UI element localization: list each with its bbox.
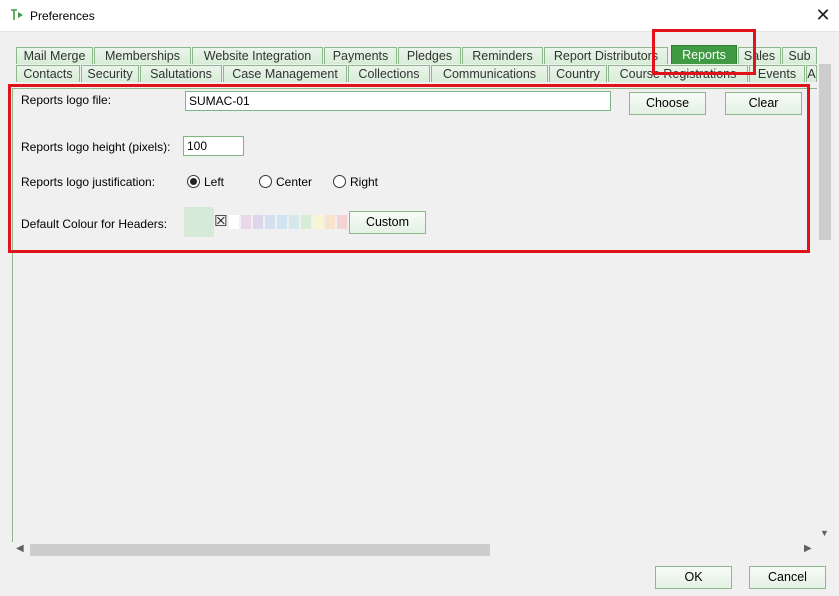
justification-right-label[interactable]: Right [350,175,378,189]
colour-swatch[interactable] [253,215,263,229]
justification-left-label[interactable]: Left [204,175,224,189]
scroll-left-icon[interactable]: ◀ [16,543,24,554]
tab-sub[interactable]: Sub [782,47,817,64]
colour-swatch[interactable] [289,215,299,229]
colour-swatch[interactable] [277,215,287,229]
justification-center-label[interactable]: Center [276,175,312,189]
logo-file-input[interactable]: SUMAC-01 [185,91,611,111]
tab-reminders[interactable]: Reminders [462,47,543,64]
horizontal-scroll-thumb[interactable] [30,544,490,556]
close-icon: ✕ [815,5,831,25]
tab-reports[interactable]: Reports [671,45,737,64]
no-colour-icon[interactable]: ☒ [214,212,227,230]
colour-swatch[interactable] [325,215,335,229]
title-bar: Preferences ✕ [0,0,839,32]
tab-security[interactable]: Security [81,65,139,82]
cancel-button[interactable]: Cancel [749,566,826,589]
tab-report-distributors[interactable]: Report Distributors [544,47,668,64]
colour-swatch[interactable] [265,215,275,229]
logo-file-label: Reports logo file: [21,93,112,107]
logo-height-input[interactable]: 100 [183,136,244,156]
window-title: Preferences [30,9,95,23]
header-colour-preview [184,207,214,237]
ok-button[interactable]: OK [655,566,732,589]
tab-collections[interactable]: Collections [348,65,430,82]
tab-website-integration[interactable]: Website Integration [192,47,323,64]
scroll-down-icon[interactable]: ▼ [820,528,829,538]
tab-contacts[interactable]: Contacts [16,65,80,82]
tab-country[interactable]: Country [549,65,607,82]
tab-communications[interactable]: Communications [431,65,548,82]
colour-swatch[interactable] [301,215,311,229]
tab-events[interactable]: Events [749,65,805,82]
header-colour-label: Default Colour for Headers: [21,217,168,231]
close-button[interactable]: ✕ [810,4,836,26]
custom-colour-button[interactable]: Custom [349,211,426,234]
colour-swatch[interactable] [241,215,251,229]
tab-mail-merge[interactable]: Mail Merge [16,47,93,64]
reports-panel [12,88,833,543]
vertical-scrollbar[interactable]: ▼ [817,44,833,542]
scroll-right-icon[interactable]: ▶ [804,543,812,554]
tab-pledges[interactable]: Pledges [398,47,461,64]
colour-swatch[interactable] [229,215,239,229]
tab-salutations[interactable]: Salutations [140,65,222,82]
tab-sales[interactable]: Sales [738,47,781,64]
justification-left-radio[interactable] [187,175,200,188]
colour-swatch[interactable] [337,215,347,229]
justification-center-radio[interactable] [259,175,272,188]
tab-case-management[interactable]: Case Management [223,65,347,82]
choose-button[interactable]: Choose [629,92,706,115]
tab-payments[interactable]: Payments [324,47,397,64]
horizontal-scrollbar[interactable]: ◀ ▶ [12,542,817,558]
colour-swatch[interactable] [313,215,323,229]
logo-height-label: Reports logo height (pixels): [21,140,171,154]
vertical-scroll-thumb[interactable] [819,64,831,240]
clear-button[interactable]: Clear [725,92,802,115]
justification-label: Reports logo justification: [21,175,156,189]
justification-right-radio[interactable] [333,175,346,188]
app-icon [11,9,23,20]
tab-a[interactable]: A [806,65,817,82]
tab-memberships[interactable]: Memberships [94,47,191,64]
tab-course-registrations[interactable]: Course Registrations [608,65,748,82]
